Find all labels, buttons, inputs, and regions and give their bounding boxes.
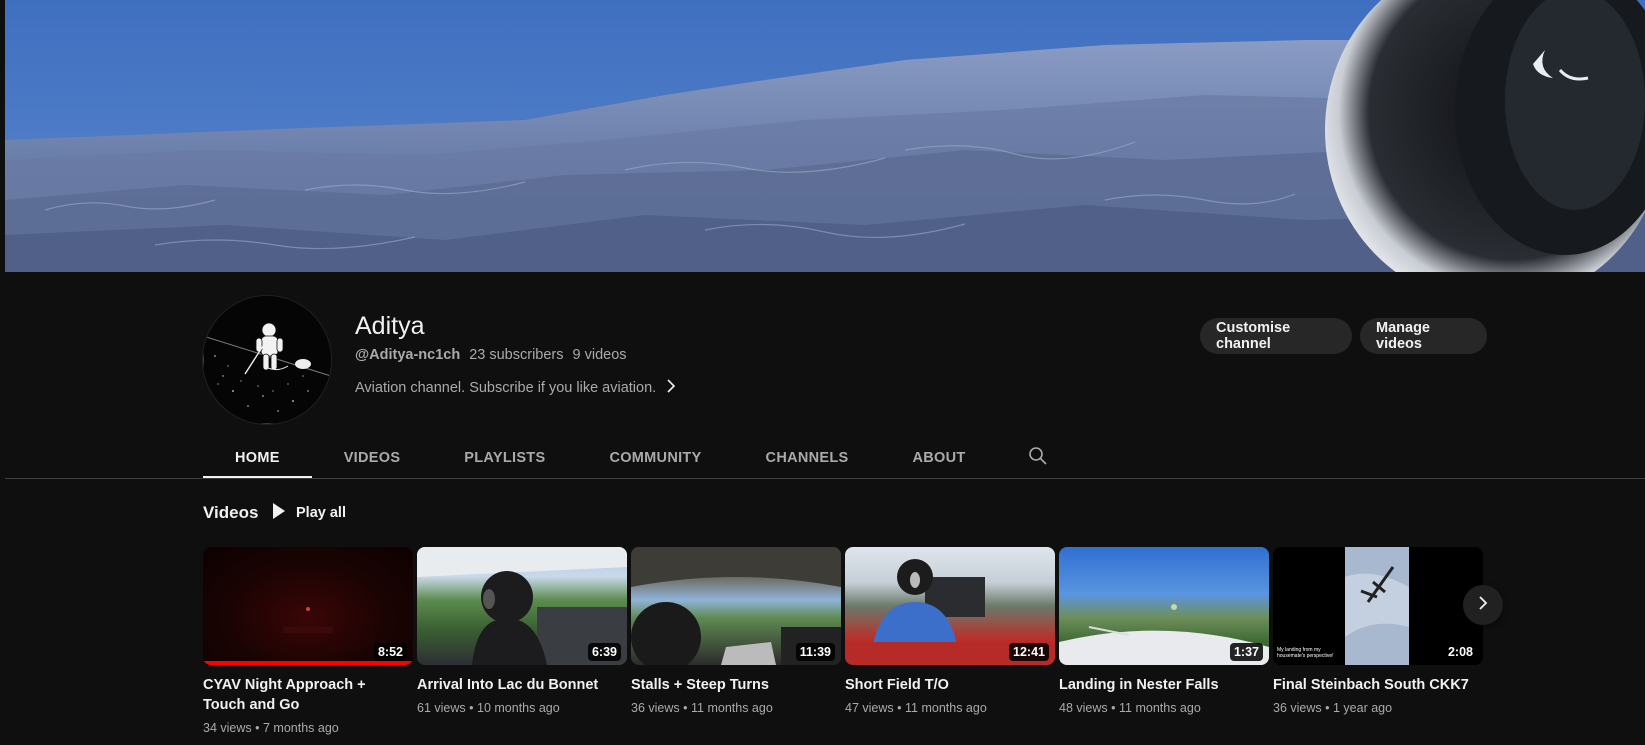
video-duration: 6:39 [587, 643, 621, 661]
meta-separator: • [1111, 701, 1116, 715]
section-title: Videos [203, 503, 259, 522]
manage-videos-button[interactable]: Manage videos [1360, 318, 1487, 354]
video-views: 36 views [631, 701, 680, 715]
video-thumbnail[interactable]: 8:52 [203, 547, 413, 665]
video-shelf: 8:52 CYAV Night Approach + Touch and Go … [203, 547, 1483, 745]
channel-name: Aditya [355, 312, 425, 340]
tab-channels[interactable]: CHANNELS [734, 437, 881, 479]
channel-handle: @Aditya-nc1ch [355, 347, 461, 363]
channel-avatar[interactable] [203, 296, 331, 424]
tab-about[interactable]: ABOUT [881, 437, 998, 479]
channel-search-button[interactable] [998, 437, 1078, 479]
subscriber-count: 23 subscribers [469, 347, 564, 363]
tab-home[interactable]: HOME [203, 437, 312, 479]
video-title[interactable]: Stalls + Steep Turns [631, 675, 831, 695]
meta-separator: • [1325, 701, 1330, 715]
channel-banner [5, 0, 1645, 272]
video-card[interactable]: 8:52 CYAV Night Approach + Touch and Go … [203, 547, 413, 735]
meta-separator: • [469, 701, 474, 715]
chevron-right-icon [1477, 595, 1489, 616]
meta-separator: • [897, 701, 902, 715]
chevron-right-icon [666, 379, 676, 397]
video-thumbnail[interactable]: 12:41 [845, 547, 1055, 665]
tab-playlists[interactable]: PLAYLISTS [432, 437, 577, 479]
video-duration: 1:37 [1229, 643, 1263, 661]
video-title[interactable]: Landing in Nester Falls [1059, 675, 1259, 695]
video-views: 61 views [417, 701, 466, 715]
customise-channel-button[interactable]: Customise channel [1200, 318, 1352, 354]
shelf-next-button[interactable] [1463, 585, 1503, 625]
video-thumbnail[interactable]: 11:39 [631, 547, 841, 665]
video-age: 7 months ago [263, 721, 339, 735]
video-thumbnail[interactable]: 6:39 [417, 547, 627, 665]
watch-progress-bar [203, 661, 413, 665]
video-card[interactable]: 1:37 Landing in Nester Falls 48 views • … [1059, 547, 1269, 715]
video-card[interactable]: My landing from my housemate's perspecti… [1273, 547, 1483, 715]
meta-separator: • [255, 721, 260, 735]
video-duration: 11:39 [795, 643, 835, 661]
meta-separator: • [683, 701, 688, 715]
play-icon [272, 502, 286, 524]
video-meta: 61 views • 10 months ago [417, 701, 627, 715]
video-card[interactable]: 12:41 Short Field T/O 47 views • 11 mont… [845, 547, 1055, 715]
video-age: 11 months ago [905, 701, 987, 715]
video-duration: 2:08 [1443, 643, 1477, 661]
video-views: 47 views [845, 701, 894, 715]
video-duration: 8:52 [373, 643, 407, 661]
video-meta: 48 views • 11 months ago [1059, 701, 1269, 715]
channel-tabs: HOME VIDEOS PLAYLISTS COMMUNITY CHANNELS… [203, 437, 1078, 479]
video-views: 34 views [203, 721, 252, 735]
video-duration: 12:41 [1009, 643, 1049, 661]
video-thumbnail[interactable]: 1:37 [1059, 547, 1269, 665]
video-title[interactable]: Arrival Into Lac du Bonnet [417, 675, 617, 695]
play-all-label: Play all [296, 505, 346, 521]
video-meta: 36 views • 11 months ago [631, 701, 841, 715]
search-icon [1028, 446, 1048, 471]
channel-description-text: Aviation channel. Subscribe if you like … [355, 380, 657, 396]
video-count: 9 videos [572, 347, 627, 363]
tab-videos[interactable]: VIDEOS [312, 437, 433, 479]
video-thumbnail[interactable]: My landing from my housemate's perspecti… [1273, 547, 1483, 665]
channel-meta: @Aditya-nc1ch 23 subscribers 9 videos [355, 347, 627, 363]
video-views: 48 views [1059, 701, 1108, 715]
video-age: 1 year ago [1333, 701, 1393, 715]
play-all-button[interactable]: Play all [272, 501, 346, 525]
video-age: 10 months ago [477, 701, 560, 715]
tabs-divider [5, 478, 1645, 479]
video-meta: 34 views • 7 months ago [203, 721, 413, 735]
video-title[interactable]: CYAV Night Approach + Touch and Go [203, 675, 403, 715]
tab-community[interactable]: COMMUNITY [577, 437, 733, 479]
video-title[interactable]: Final Steinbach South CKK7 [1273, 675, 1473, 695]
video-meta: 36 views • 1 year ago [1273, 701, 1483, 715]
video-age: 11 months ago [691, 701, 773, 715]
channel-description[interactable]: Aviation channel. Subscribe if you like … [355, 379, 676, 397]
thumbnail-caption: My landing from my housemate's perspecti… [1277, 647, 1334, 659]
video-age: 11 months ago [1119, 701, 1201, 715]
video-title[interactable]: Short Field T/O [845, 675, 1045, 695]
video-card[interactable]: 11:39 Stalls + Steep Turns 36 views • 11… [631, 547, 841, 715]
video-card[interactable]: 6:39 Arrival Into Lac du Bonnet 61 views… [417, 547, 627, 715]
video-views: 36 views [1273, 701, 1322, 715]
video-meta: 47 views • 11 months ago [845, 701, 1055, 715]
